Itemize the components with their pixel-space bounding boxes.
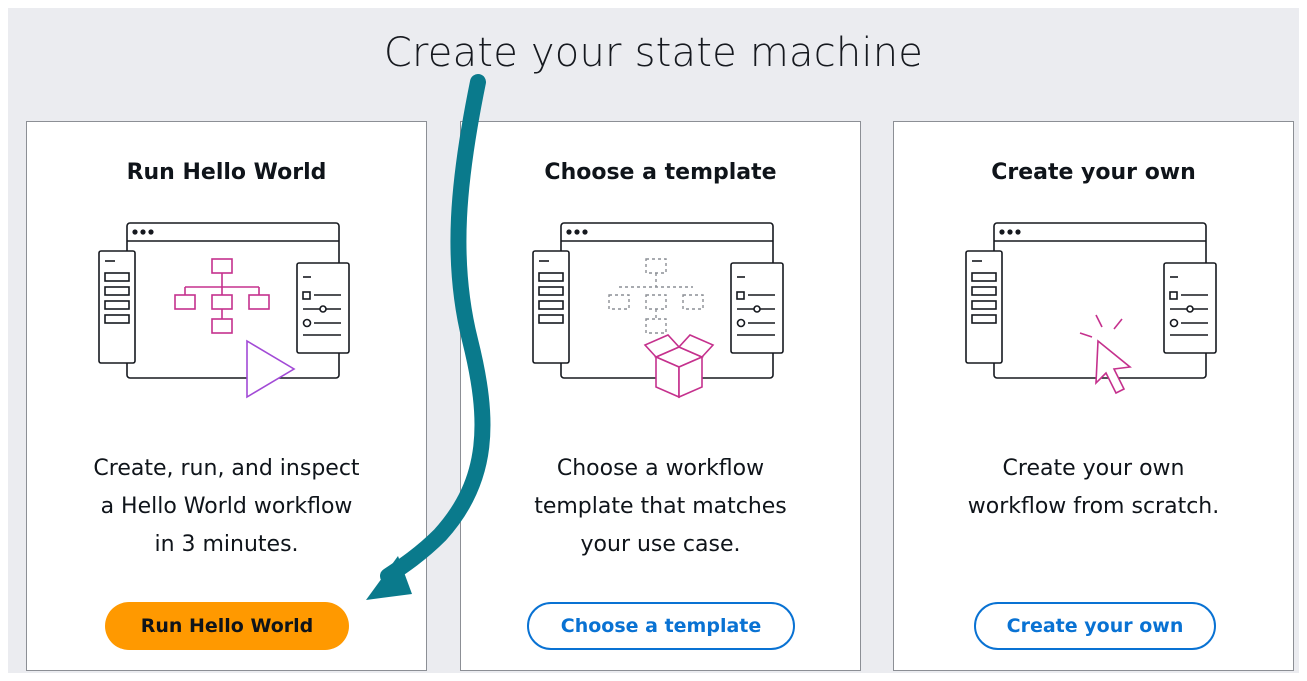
screenshot-frame: Create your state machine Run Hello Worl… — [0, 0, 1307, 681]
card-create-your-own: Create your own Create your own workflow… — [893, 121, 1294, 671]
template-diagram-icon — [608, 258, 704, 334]
content-panel: Create your state machine Run Hello Worl… — [8, 8, 1299, 673]
card-title: Run Hello World — [126, 160, 327, 185]
card-title: Create your own — [991, 160, 1196, 185]
run-hello-world-button[interactable]: Run Hello World — [105, 602, 349, 650]
cursor-click-icon — [1079, 314, 1132, 395]
template-box-icon — [643, 334, 715, 399]
card-description: Create, run, and inspect a Hello World w… — [93, 456, 360, 557]
card-run-hello-world: Run Hello World Create, run, and inspect… — [26, 121, 427, 671]
play-icon — [246, 339, 296, 399]
workflow-diagram-icon — [174, 258, 270, 334]
create-own-illustration — [965, 222, 1217, 395]
card-description: Create your own workflow from scratch. — [967, 456, 1220, 519]
create-your-own-button[interactable]: Create your own — [974, 602, 1216, 650]
choose-template-button[interactable]: Choose a template — [527, 602, 795, 650]
card-choose-template: Choose a template Choose a workflow temp… — [460, 121, 861, 671]
hello-world-illustration — [98, 222, 350, 399]
template-illustration — [532, 222, 784, 399]
card-title: Choose a template — [544, 160, 777, 185]
page-title: Create your state machine — [383, 30, 924, 76]
card-description: Choose a workflow template that matches … — [534, 456, 787, 557]
